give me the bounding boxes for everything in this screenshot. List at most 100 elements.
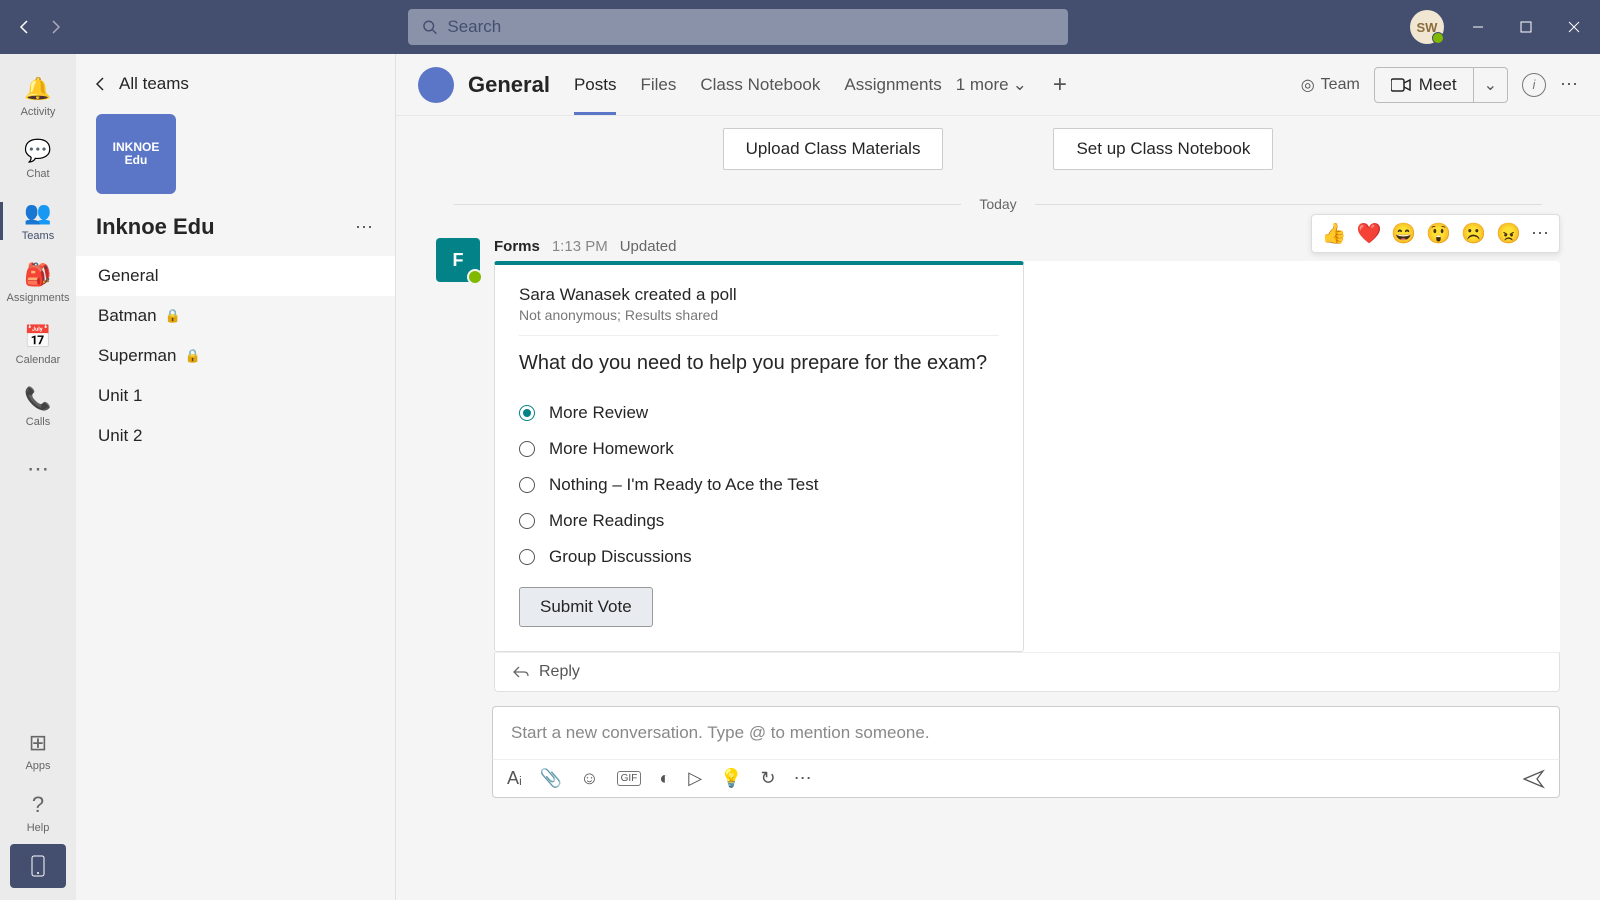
info-icon[interactable]: i bbox=[1522, 73, 1546, 97]
video-icon bbox=[1391, 78, 1411, 92]
search-input[interactable] bbox=[447, 17, 1054, 37]
rail-label: Activity bbox=[21, 106, 56, 118]
upload-materials-button[interactable]: Upload Class Materials bbox=[723, 128, 944, 170]
rail-calls[interactable]: 📞 Calls bbox=[0, 376, 76, 438]
reaction-emoji[interactable]: 👍 bbox=[1322, 221, 1347, 246]
team-panel: All teams INKNOE Edu Inknoe Edu ⋯ Genera… bbox=[76, 54, 396, 900]
channel-unit-1[interactable]: Unit 1 bbox=[76, 376, 395, 416]
rail-help[interactable]: ?Help bbox=[0, 782, 76, 844]
close-icon[interactable] bbox=[1560, 13, 1588, 41]
rail-more[interactable]: ⋯ bbox=[0, 438, 76, 500]
channel-options-icon[interactable]: ⋯ bbox=[1560, 74, 1578, 95]
meet-dropdown[interactable]: ⌄ bbox=[1473, 68, 1507, 102]
reaction-emoji[interactable]: 😄 bbox=[1391, 221, 1416, 246]
stream-icon[interactable]: 💡 bbox=[720, 768, 742, 789]
search-icon bbox=[422, 19, 437, 35]
nav-back-icon[interactable] bbox=[12, 15, 36, 39]
apps-icon: ⊞ bbox=[29, 730, 47, 756]
team-logo[interactable]: INKNOE Edu bbox=[96, 114, 176, 194]
all-teams-back[interactable]: All teams bbox=[76, 70, 395, 108]
tab-assignments[interactable]: Assignments bbox=[844, 54, 941, 115]
minimize-icon[interactable] bbox=[1464, 13, 1492, 41]
poll-question: What do you need to help you prepare for… bbox=[519, 350, 999, 377]
setup-notebook-button[interactable]: Set up Class Notebook bbox=[1053, 128, 1273, 170]
reply-icon bbox=[513, 665, 529, 679]
poll-option[interactable]: Group Discussions bbox=[519, 539, 999, 575]
rail-label: Help bbox=[27, 822, 50, 834]
reaction-emoji[interactable]: ❤️ bbox=[1356, 221, 1381, 246]
attach-icon[interactable]: 📎 bbox=[540, 768, 562, 789]
format-icon[interactable]: Aᵢ bbox=[507, 768, 522, 789]
reaction-bar: 👍 ❤️ 😄 😲 ☹️ 😠 ⋯ bbox=[1311, 214, 1560, 253]
reaction-emoji[interactable]: ☹️ bbox=[1461, 221, 1486, 246]
channel-header: General PostsFilesClass NotebookAssignme… bbox=[396, 54, 1600, 116]
rail-label: Calls bbox=[26, 416, 50, 428]
submit-vote-button[interactable]: Submit Vote bbox=[519, 587, 653, 627]
gif-icon[interactable]: GIF bbox=[617, 771, 642, 786]
rail-calendar[interactable]: 📅Calendar bbox=[0, 314, 76, 376]
tab-posts[interactable]: Posts bbox=[574, 54, 617, 115]
send-icon[interactable] bbox=[1523, 769, 1545, 789]
back-label: All teams bbox=[119, 74, 189, 94]
add-tab-button[interactable]: + bbox=[1053, 71, 1067, 99]
more-icon: ⋯ bbox=[27, 456, 49, 482]
nav-forward-icon[interactable] bbox=[44, 15, 68, 39]
date-divider: Today bbox=[436, 196, 1560, 212]
rail-apps[interactable]: ⊞Apps bbox=[0, 720, 76, 782]
post: 👍❤️😄😲☹️😠 ⋯ F Forms 1:13 PM Updated Sara bbox=[436, 220, 1560, 692]
tab-class-notebook[interactable]: Class Notebook bbox=[700, 54, 820, 115]
poll-option[interactable]: More Readings bbox=[519, 503, 999, 539]
mobile-icon bbox=[31, 855, 45, 877]
poll-option[interactable]: More Homework bbox=[519, 431, 999, 467]
team-options-icon[interactable]: ⋯ bbox=[355, 217, 373, 238]
channel-batman[interactable]: Batman🔒 bbox=[76, 296, 395, 336]
channel-general[interactable]: General bbox=[76, 256, 395, 296]
rail-assignments[interactable]: 🎒 Assignments bbox=[0, 252, 76, 314]
tab-files[interactable]: Files bbox=[640, 54, 676, 115]
maximize-icon[interactable] bbox=[1512, 13, 1540, 41]
reaction-more-icon[interactable]: ⋯ bbox=[1531, 223, 1549, 244]
bell-icon: 🔔 bbox=[24, 76, 51, 102]
teams-icon: 👥 bbox=[24, 200, 51, 226]
rail-label: Teams bbox=[22, 230, 54, 242]
post-app-name: Forms bbox=[494, 238, 540, 255]
lock-icon: 🔒 bbox=[165, 308, 181, 324]
forms-app-avatar: F bbox=[436, 238, 480, 282]
channel-unit-2[interactable]: Unit 2 bbox=[76, 416, 395, 456]
user-avatar[interactable]: SW bbox=[1410, 10, 1444, 44]
reaction-emoji[interactable]: 😠 bbox=[1496, 221, 1521, 246]
poll-option[interactable]: Nothing – I'm Ready to Ace the Test bbox=[519, 467, 999, 503]
poll-settings: Not anonymous; Results shared bbox=[519, 307, 999, 336]
channel-avatar bbox=[418, 67, 454, 103]
emoji-icon[interactable]: ☺ bbox=[580, 768, 598, 789]
rail-mobile[interactable] bbox=[10, 844, 66, 888]
rail-chat[interactable]: 💬Chat bbox=[0, 128, 76, 190]
phone-icon: 📞 bbox=[24, 386, 51, 412]
more-tools-icon[interactable]: ⋯ bbox=[794, 768, 812, 789]
search-bar[interactable] bbox=[408, 9, 1068, 45]
assignments-icon: 🎒 bbox=[24, 262, 51, 288]
reply-button[interactable]: Reply bbox=[494, 652, 1560, 692]
titlebar: SW bbox=[0, 0, 1600, 54]
radio-icon bbox=[519, 477, 535, 493]
rail-teams[interactable]: 👥 Teams bbox=[0, 190, 76, 252]
reaction-emoji[interactable]: 😲 bbox=[1426, 221, 1451, 246]
meetnow-icon[interactable]: ▷ bbox=[688, 768, 702, 789]
radio-icon bbox=[519, 549, 535, 565]
poll-creator: Sara Wanasek created a poll bbox=[519, 285, 999, 305]
poll-option[interactable]: More Review bbox=[519, 395, 999, 431]
sticker-icon[interactable]: ◐ bbox=[659, 768, 670, 789]
post-updated: Updated bbox=[620, 238, 677, 255]
loop-icon[interactable]: ↻ bbox=[760, 768, 775, 789]
team-link[interactable]: ◎Team bbox=[1301, 75, 1360, 95]
channel-superman[interactable]: Superman🔒 bbox=[76, 336, 395, 376]
rail-label: Assignments bbox=[7, 292, 70, 304]
meet-button[interactable]: Meet bbox=[1375, 68, 1473, 102]
chevron-down-icon: ⌄ bbox=[1013, 75, 1027, 95]
compose-input[interactable]: Start a new conversation. Type @ to ment… bbox=[492, 706, 1560, 759]
tabs-more[interactable]: 1 more ⌄ bbox=[956, 75, 1027, 95]
radio-icon bbox=[519, 513, 535, 529]
post-time: 1:13 PM bbox=[552, 238, 608, 255]
rail-activity[interactable]: 🔔 Activity bbox=[0, 66, 76, 128]
lock-icon: 🔒 bbox=[184, 348, 200, 364]
